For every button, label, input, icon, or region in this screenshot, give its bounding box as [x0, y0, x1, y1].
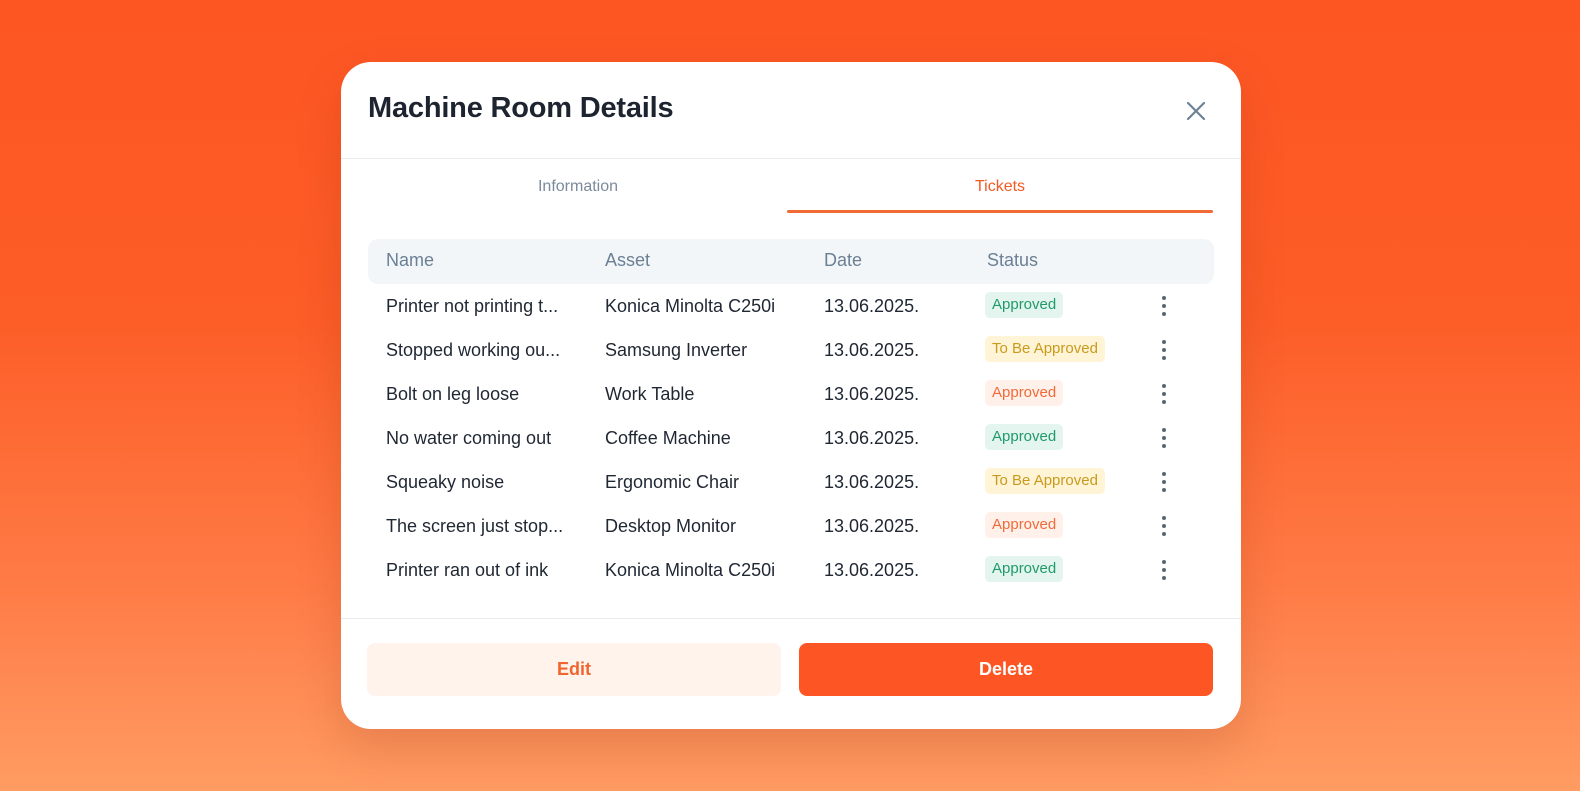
- status-badge: To Be Approved: [985, 468, 1105, 494]
- table-row[interactable]: Printer not printing t... Konica Minolta …: [368, 284, 1214, 328]
- more-vertical-icon: [1162, 340, 1166, 360]
- ticket-date: 13.06.2025.: [824, 428, 920, 448]
- status-badge: Approved: [985, 556, 1064, 582]
- table-header: Name Asset Date Status: [368, 239, 1214, 284]
- footer-divider: [341, 618, 1241, 619]
- ticket-asset: Ergonomic Chair: [605, 472, 740, 492]
- delete-button[interactable]: Delete: [799, 643, 1213, 696]
- table-row[interactable]: Bolt on leg loose Work Table 13.06.2025. Ap…: [368, 372, 1214, 416]
- close-icon: [1186, 101, 1206, 121]
- ticket-name: Printer not printing t...: [386, 296, 559, 316]
- more-vertical-icon: [1162, 516, 1166, 536]
- row-menu-button[interactable]: [1157, 558, 1171, 582]
- machine-room-details-modal: Machine Room Details Information Tickets…: [341, 62, 1241, 729]
- ticket-name: Printer ran out of ink: [386, 560, 549, 580]
- modal-header: Machine Room Details: [341, 62, 1241, 159]
- modal-title: Machine Room Details: [368, 92, 674, 124]
- ticket-name: No water coming out: [386, 428, 552, 448]
- table-row[interactable]: Squeaky noise Ergonomic Chair 13.06.2025. T…: [368, 460, 1214, 504]
- close-button[interactable]: [1181, 96, 1211, 126]
- table-row[interactable]: No water coming out Coffee Machine 13.06.2…: [368, 416, 1214, 460]
- status-badge: Approved: [985, 512, 1064, 538]
- ticket-name: The screen just stop...: [386, 516, 564, 536]
- ticket-asset: Konica Minolta C250i: [605, 296, 776, 316]
- ticket-date: 13.06.2025.: [824, 516, 920, 536]
- ticket-asset: Desktop Monitor: [605, 516, 737, 536]
- active-tab-indicator: [787, 210, 1213, 213]
- ticket-date: 13.06.2025.: [824, 472, 920, 492]
- table-body: Printer not printing t... Konica Minolta …: [368, 284, 1214, 592]
- ticket-name: Squeaky noise: [386, 472, 505, 492]
- ticket-asset: Konica Minolta C250i: [605, 560, 776, 580]
- ticket-asset: Samsung Inverter: [605, 340, 748, 360]
- row-menu-button[interactable]: [1157, 426, 1171, 450]
- column-header-name[interactable]: Name: [386, 250, 434, 271]
- row-menu-button[interactable]: [1157, 382, 1171, 406]
- column-header-status[interactable]: Status: [987, 250, 1038, 271]
- more-vertical-icon: [1162, 384, 1166, 404]
- status-badge: Approved: [985, 380, 1064, 406]
- more-vertical-icon: [1162, 560, 1166, 580]
- column-header-asset[interactable]: Asset: [605, 250, 650, 271]
- status-badge: Approved: [985, 292, 1064, 318]
- status-badge: To Be Approved: [985, 336, 1105, 362]
- tickets-table: Name Asset Date Status Printer not print…: [368, 239, 1214, 592]
- table-row[interactable]: The screen just stop... Desktop Monitor 13…: [368, 504, 1214, 548]
- table-row[interactable]: Printer ran out of ink Konica Minolta C25…: [368, 548, 1214, 592]
- ticket-date: 13.06.2025.: [824, 340, 920, 360]
- ticket-name: Bolt on leg loose: [386, 384, 520, 404]
- row-menu-button[interactable]: [1157, 338, 1171, 362]
- ticket-asset: Coffee Machine: [605, 428, 731, 448]
- more-vertical-icon: [1162, 428, 1166, 448]
- row-menu-button[interactable]: [1157, 514, 1171, 538]
- status-badge: Approved: [985, 424, 1064, 450]
- row-menu-button[interactable]: [1157, 470, 1171, 494]
- more-vertical-icon: [1162, 472, 1166, 492]
- edit-button[interactable]: Edit: [367, 643, 781, 696]
- row-menu-button[interactable]: [1157, 294, 1171, 318]
- ticket-name: Stopped working ou...: [386, 340, 561, 360]
- ticket-date: 13.06.2025.: [824, 296, 920, 316]
- ticket-asset: Work Table: [605, 384, 695, 404]
- ticket-date: 13.06.2025.: [824, 560, 920, 580]
- ticket-date: 13.06.2025.: [824, 384, 920, 404]
- column-header-date[interactable]: Date: [824, 250, 862, 271]
- more-vertical-icon: [1162, 296, 1166, 316]
- table-row[interactable]: Stopped working ou... Samsung Inverter 13.…: [368, 328, 1214, 372]
